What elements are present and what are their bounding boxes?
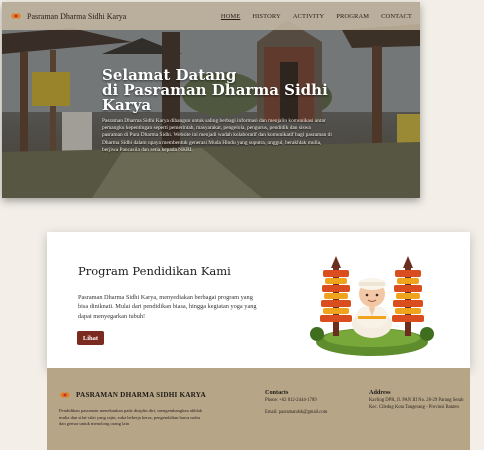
address-heading: Address <box>369 389 391 396</box>
program-description: Pasraman Dharma Sidhi Karya, menyediakan… <box>78 294 257 320</box>
view-program-button[interactable]: Lihat <box>77 331 104 345</box>
hero-title: Selamat Datang di Pasraman Dharma Sidhi … <box>102 68 332 113</box>
footer-address: Address Kavling DPR, Jl. PAN III No. 28-… <box>369 389 465 412</box>
footer-contacts: Contacts Phone: +62 812-2444-1789 Email:… <box>265 389 355 417</box>
brand-name: Pasraman Dharma Sidhi Karya <box>27 11 127 21</box>
nav-link-history[interactable]: HISTORY <box>252 13 280 20</box>
footer-brand[interactable]: PASRAMAN DHARMA SIDHI KARYA <box>59 390 206 400</box>
om-symbol-icon <box>60 392 70 398</box>
nav-links: HOME HISTORY ACTIVITY PROGRAM CONTACT <box>221 13 412 20</box>
nav-link-activity[interactable]: ACTIVITY <box>293 13 325 20</box>
brand[interactable]: Pasraman Dharma Sidhi Karya <box>10 11 126 21</box>
nav-link-contact[interactable]: CONTACT <box>381 13 412 20</box>
address-text: Kavling DPR, Jl. PAN III No. 28-29 Parun… <box>369 398 464 410</box>
footer-description: Pendidikan pasraman menekankan pada disi… <box>59 408 203 427</box>
contact-phone[interactable]: Phone: +62 812-2444-1789 <box>265 398 355 405</box>
contacts-heading: Contacts <box>265 389 289 396</box>
footer-brand-name: PASRAMAN DHARMA SIDHI KARYA <box>76 391 206 399</box>
hero-banner: Pasraman Dharma Sidhi Karya HOME HISTORY… <box>2 2 420 198</box>
site-footer: PASRAMAN DHARMA SIDHI KARYA Pendidikan p… <box>47 368 470 450</box>
hindu-temple-character-illustration <box>310 256 434 356</box>
contact-email[interactable]: Email: pasramandsk@gmail.com <box>265 410 355 417</box>
hero-description: Pasraman Dharma Sidhi Karya dibangun unt… <box>102 118 332 153</box>
hero-text: Selamat Datang di Pasraman Dharma Sidhi … <box>102 68 332 154</box>
program-section: Program Pendidikan Kami Pasraman Dharma … <box>47 232 470 368</box>
nav-link-program[interactable]: PROGRAM <box>336 13 369 20</box>
top-navbar: Pasraman Dharma Sidhi Karya HOME HISTORY… <box>2 2 420 30</box>
om-symbol-icon <box>11 13 21 19</box>
nav-link-home[interactable]: HOME <box>221 13 241 20</box>
hero-title-line: Karya <box>102 96 152 114</box>
program-title: Program Pendidikan Kami <box>78 264 231 278</box>
